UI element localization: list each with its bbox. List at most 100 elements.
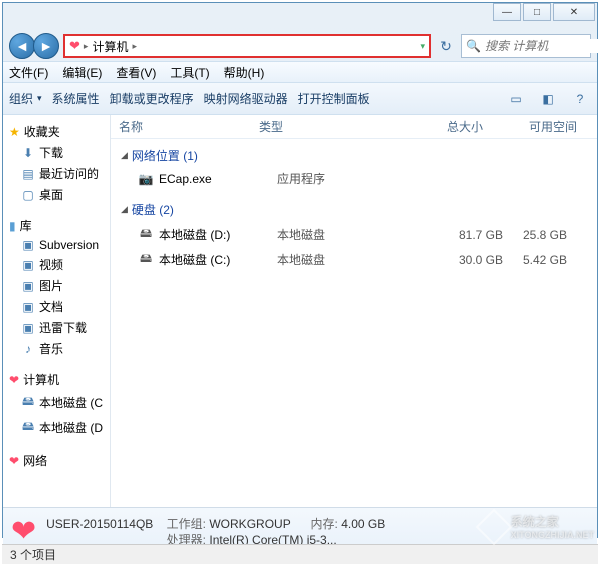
list-item[interactable]: 📷 ECap.exe 应用程序: [121, 168, 587, 189]
menubar: 文件(F) 编辑(E) 查看(V) 工具(T) 帮助(H): [3, 61, 597, 83]
item-free: 5.42 GB: [503, 253, 587, 267]
recent-icon: ▤: [21, 167, 35, 181]
titlebar: — □ ✕: [3, 3, 597, 31]
download-icon: ⬇: [21, 146, 35, 160]
sidebar-computer-head[interactable]: ❤计算机: [3, 369, 110, 390]
sidebar-network-head[interactable]: ❤网络: [3, 450, 110, 471]
menu-edit[interactable]: 编辑(E): [62, 64, 102, 81]
explorer-window: — □ ✕ ◄ ► ❤ ▸ 计算机 ▸ ▾ ↻ 🔍 文件(F) 编辑(E) 查看…: [2, 2, 598, 538]
document-icon: ▣: [21, 300, 35, 314]
uninstall-button[interactable]: 卸载或更改程序: [110, 90, 194, 107]
desktop-icon: ▢: [21, 188, 35, 202]
menu-tools[interactable]: 工具(T): [170, 64, 209, 81]
item-type: 本地磁盘: [277, 251, 397, 268]
content-pane: 名称 类型 总大小 可用空间 ◢网络位置 (1) 📷 ECap.exe 应用程序…: [111, 115, 597, 507]
folder-icon: ▣: [21, 321, 35, 335]
toolbar: 组织 系统属性 卸载或更改程序 映射网络驱动器 打开控制面板 ▭ ◧ ?: [3, 83, 597, 115]
disk-icon: 🖴: [21, 417, 35, 438]
list-item[interactable]: 🖴 本地磁盘 (C:) 本地磁盘 30.0 GB 5.42 GB: [121, 247, 587, 272]
map-drive-button[interactable]: 映射网络驱动器: [204, 90, 288, 107]
section-head-netloc[interactable]: ◢网络位置 (1): [121, 147, 587, 164]
collapse-icon: ◢: [121, 204, 128, 215]
sidebar-item-pictures[interactable]: ▣图片: [3, 275, 110, 296]
sidebar-item-documents[interactable]: ▣文档: [3, 296, 110, 317]
sidebar-item-recent[interactable]: ▤最近访问的: [3, 163, 110, 184]
sidebar-favorites: ★收藏夹 ⬇下载 ▤最近访问的 ▢桌面: [3, 121, 110, 205]
item-name: ECap.exe: [159, 172, 277, 186]
workgroup-value: WORKGROUP: [209, 517, 290, 531]
section-network-location: ◢网络位置 (1) 📷 ECap.exe 应用程序: [111, 139, 597, 193]
search-box[interactable]: 🔍: [461, 34, 591, 58]
sidebar-item-xunlei[interactable]: ▣迅雷下载: [3, 317, 110, 338]
breadcrumb-root[interactable]: 计算机: [92, 38, 128, 55]
forward-button[interactable]: ►: [33, 33, 59, 59]
search-input[interactable]: [485, 39, 600, 53]
item-type: 应用程序: [277, 170, 397, 187]
list-item[interactable]: 🖴 本地磁盘 (D:) 本地磁盘 81.7 GB 25.8 GB: [121, 222, 587, 247]
sidebar-item-downloads[interactable]: ⬇下载: [3, 142, 110, 163]
item-total: 81.7 GB: [397, 228, 503, 242]
col-name[interactable]: 名称: [111, 118, 251, 135]
sidebar-item-subversion[interactable]: ▣Subversion: [3, 236, 110, 254]
search-icon: 🔍: [466, 39, 481, 53]
collapse-icon: ◢: [121, 150, 128, 161]
sidebar-favorites-head[interactable]: ★收藏夹: [3, 121, 110, 142]
control-panel-button[interactable]: 打开控制面板: [298, 90, 370, 107]
col-type[interactable]: 类型: [251, 118, 371, 135]
computer-icon: ❤: [69, 38, 80, 54]
computer-icon: ❤: [9, 373, 19, 387]
disk-icon: 🖴: [137, 224, 155, 245]
back-button[interactable]: ◄: [9, 33, 35, 59]
nav-buttons: ◄ ►: [9, 33, 59, 59]
menu-view[interactable]: 查看(V): [116, 64, 156, 81]
preview-icon[interactable]: ◧: [537, 88, 559, 110]
disk-icon: 🖴: [137, 249, 155, 270]
computer-name: USER-20150114QB: [46, 517, 153, 531]
menu-file[interactable]: 文件(F): [9, 64, 48, 81]
section-disks: ◢硬盘 (2) 🖴 本地磁盘 (D:) 本地磁盘 81.7 GB 25.8 GB…: [111, 193, 597, 276]
organize-button[interactable]: 组织: [9, 90, 42, 107]
body: ★收藏夹 ⬇下载 ▤最近访问的 ▢桌面 ▮库 ▣Subversion ▣视频 ▣…: [3, 115, 597, 507]
workgroup-label: 工作组:: [167, 517, 206, 531]
memory-value: 4.00 GB: [341, 517, 385, 531]
item-free: 25.8 GB: [503, 228, 587, 242]
disk-icon: 🖴: [21, 392, 35, 413]
sidebar-libraries: ▮库 ▣Subversion ▣视频 ▣图片 ▣文档 ▣迅雷下载 ♪音乐: [3, 215, 110, 359]
col-total[interactable]: 总大小: [371, 118, 491, 135]
column-headers: 名称 类型 总大小 可用空间: [111, 115, 597, 139]
col-free[interactable]: 可用空间: [491, 118, 597, 135]
item-total: 30.0 GB: [397, 253, 503, 267]
library-icon: ▮: [9, 219, 16, 233]
minimize-button[interactable]: —: [493, 3, 521, 21]
address-dropdown[interactable]: ▾: [420, 41, 425, 52]
breadcrumb-sep: ▸: [132, 41, 137, 52]
view-icon[interactable]: ▭: [505, 88, 527, 110]
status-bar: 3 个项目: [2, 544, 598, 564]
sidebar-libraries-head[interactable]: ▮库: [3, 215, 110, 236]
breadcrumb-sep: ▸: [84, 41, 89, 52]
system-properties-button[interactable]: 系统属性: [52, 90, 100, 107]
section-head-disks[interactable]: ◢硬盘 (2): [121, 201, 587, 218]
memory-label: 内存:: [311, 517, 338, 531]
sidebar-item-music[interactable]: ♪音乐: [3, 338, 110, 359]
star-icon: ★: [9, 125, 20, 139]
details-text: USER-20150114QB 工作组: WORKGROUP 内存: 4.00 …: [46, 516, 385, 548]
sidebar-item-disk-d[interactable]: 🖴本地磁盘 (D: [3, 415, 110, 440]
app-icon: 📷: [137, 172, 155, 186]
menu-help[interactable]: 帮助(H): [224, 64, 265, 81]
sidebar-network: ❤网络: [3, 450, 110, 471]
video-icon: ▣: [21, 258, 35, 272]
picture-icon: ▣: [21, 279, 35, 293]
help-icon[interactable]: ?: [569, 88, 591, 110]
sidebar-item-disk-c[interactable]: 🖴本地磁盘 (C: [3, 390, 110, 415]
music-icon: ♪: [21, 342, 35, 356]
sidebar-item-desktop[interactable]: ▢桌面: [3, 184, 110, 205]
maximize-button[interactable]: □: [523, 3, 551, 21]
sidebar-computer: ❤计算机 🖴本地磁盘 (C 🖴本地磁盘 (D: [3, 369, 110, 440]
item-name: 本地磁盘 (C:): [159, 251, 277, 268]
address-bar[interactable]: ❤ ▸ 计算机 ▸ ▾: [63, 34, 431, 58]
refresh-button[interactable]: ↻: [435, 35, 457, 57]
sidebar-item-videos[interactable]: ▣视频: [3, 254, 110, 275]
close-button[interactable]: ✕: [553, 3, 595, 21]
network-icon: ❤: [9, 454, 19, 468]
